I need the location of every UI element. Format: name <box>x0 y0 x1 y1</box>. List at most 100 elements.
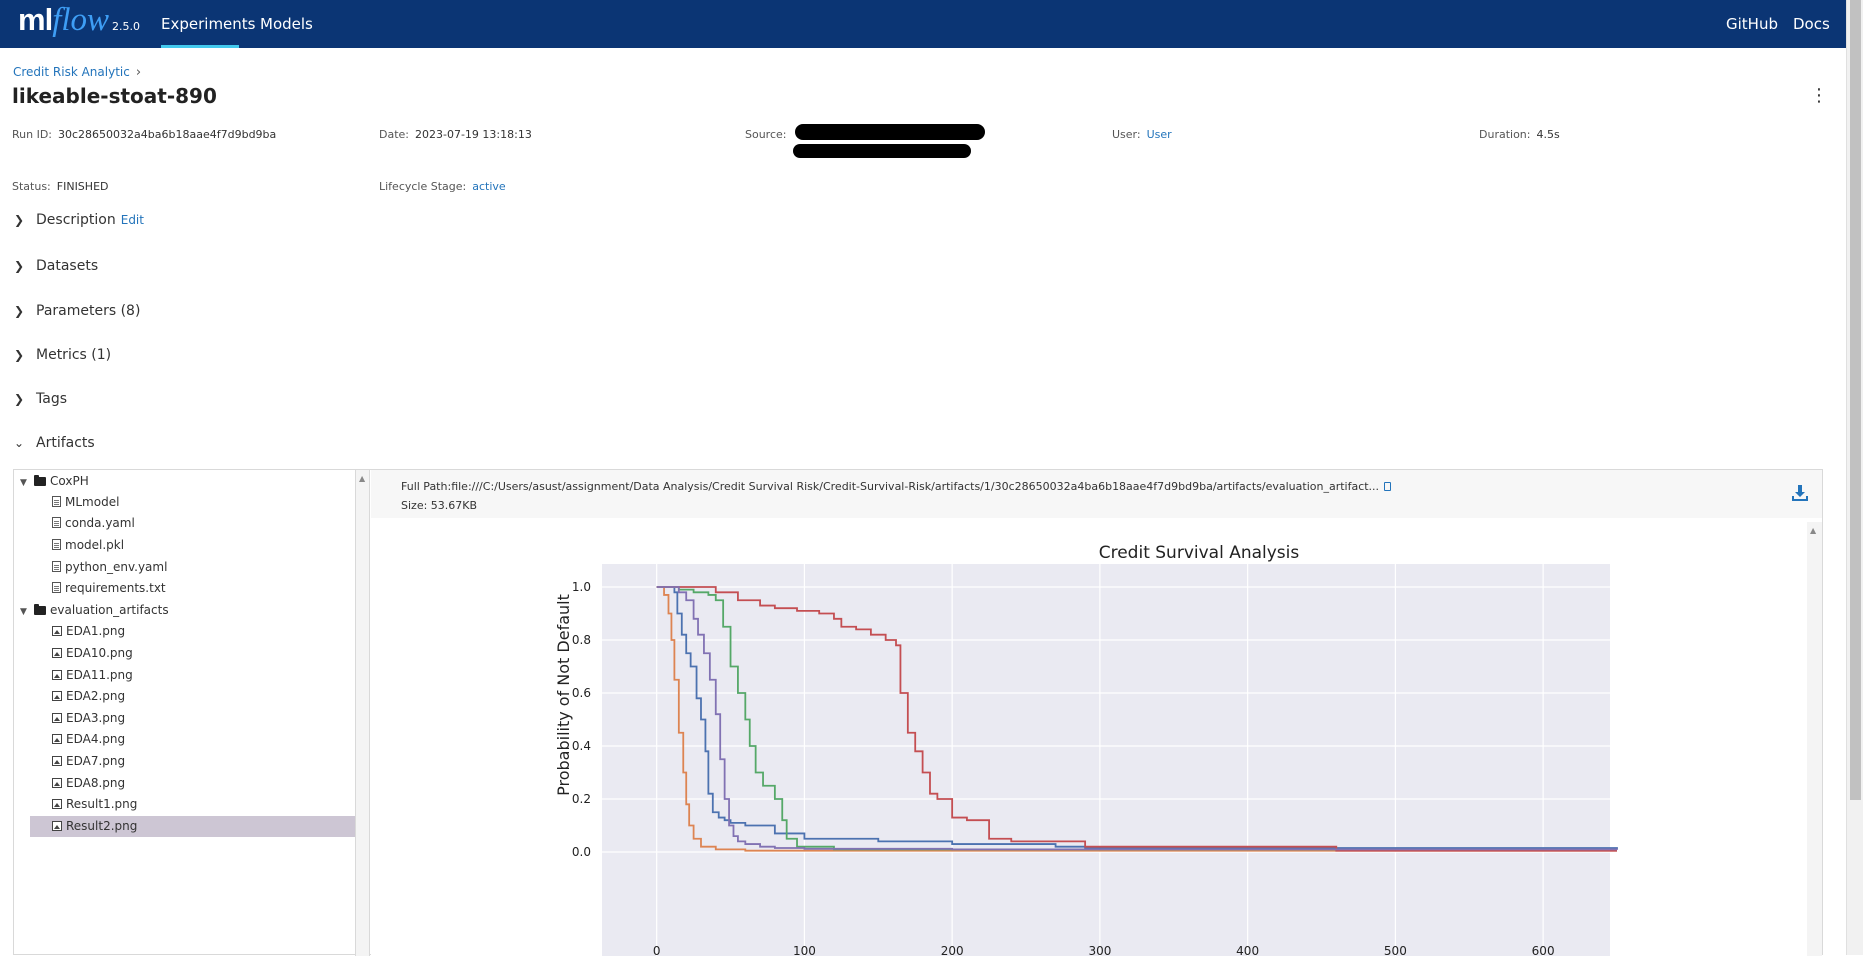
lifecycle-value: active <box>472 180 506 193</box>
y-tick-labels: 0.0 0.2 0.4 0.6 0.8 1.0 <box>572 580 591 859</box>
kebab-menu-icon[interactable]: ⋮ <box>1810 85 1828 106</box>
breadcrumb-experiment-link[interactable]: Credit Risk Analytic <box>13 65 130 79</box>
section-tags[interactable]: ❯ Tags <box>14 389 67 409</box>
tree-file[interactable]: model.pkl <box>52 535 124 556</box>
status-field: Status: FINISHED <box>12 180 109 193</box>
tree-image-file[interactable]: EDA11.png <box>52 665 133 686</box>
image-file-icon <box>52 799 62 809</box>
scroll-up-arrow-icon[interactable]: ▲ <box>1810 526 1816 535</box>
scroll-up-arrow-icon[interactable]: ▲ <box>359 474 365 483</box>
chevron-right-icon: ❯ <box>14 392 25 406</box>
tree-file[interactable]: python_env.yaml <box>52 557 167 578</box>
tree-image-file[interactable]: EDA10.png <box>52 643 133 664</box>
image-file-icon <box>52 670 62 680</box>
file-icon <box>52 539 61 550</box>
duration-value: 4.5s <box>1536 128 1560 141</box>
tree-file[interactable]: conda.yaml <box>52 513 135 534</box>
duration-field: Duration: 4.5s <box>1479 128 1560 141</box>
image-file-icon <box>52 648 62 658</box>
tree-image-file-selected[interactable]: Result2.png <box>30 816 355 837</box>
tree-image-file[interactable]: Result1.png <box>52 794 137 815</box>
logo-ml-text: ml <box>18 2 53 37</box>
full-path-value: file:///C:/Users/asust/assignment/Data A… <box>451 480 1380 493</box>
run-id-field: Run ID: 30c28650032a4ba6b18aae4f7d9bd9ba <box>12 128 277 141</box>
tree-image-file[interactable]: EDA4.png <box>52 729 125 750</box>
redaction-mark <box>795 124 985 140</box>
section-datasets[interactable]: ❯ Datasets <box>14 256 98 276</box>
tree-folder-coxph[interactable]: ▼ CoxPH <box>20 471 89 492</box>
x-tick-label: 400 <box>1236 944 1259 956</box>
survival-chart: 0 100 200 300 400 500 600 0.0 0.2 0.4 0.6 0.8 1.0 C… <box>554 543 1618 956</box>
run-id-value: 30c28650032a4ba6b18aae4f7d9bd9ba <box>58 128 277 141</box>
section-metrics[interactable]: ❯ Metrics (1) <box>14 345 111 365</box>
image-file-icon <box>52 691 62 701</box>
redaction-mark <box>793 144 971 158</box>
source-field: Source: <box>745 128 787 141</box>
nav-models-tab[interactable]: Models <box>260 0 313 48</box>
image-file-icon <box>52 778 62 788</box>
image-file-icon <box>52 821 62 831</box>
page-title: likeable-stoat-890 <box>12 84 217 108</box>
section-artifacts[interactable]: ⌄ Artifacts <box>14 433 95 453</box>
y-axis-label: Probability of Not Default <box>554 594 573 796</box>
y-tick-label: 0.0 <box>572 845 591 859</box>
y-tick-label: 0.8 <box>572 633 591 647</box>
chevron-right-icon: ❯ <box>14 348 25 362</box>
page-scrollbar[interactable] <box>1846 0 1863 955</box>
plot-area <box>602 564 1610 956</box>
file-icon <box>52 517 61 528</box>
file-icon <box>52 561 61 572</box>
x-tick-label: 100 <box>793 944 816 956</box>
triangle-down-icon[interactable]: ▼ <box>20 473 34 494</box>
description-edit-link[interactable]: Edit <box>121 213 144 227</box>
chevron-down-icon: ⌄ <box>14 436 25 450</box>
date-value: 2023-07-19 13:18:13 <box>415 128 532 141</box>
page-scrollbar-thumb[interactable] <box>1850 0 1861 800</box>
tree-image-file[interactable]: EDA3.png <box>52 708 125 729</box>
github-link[interactable]: GitHub <box>1726 0 1778 48</box>
artifact-image-preview: 0 100 200 300 400 500 600 0.0 0.2 0.4 0.6 0.8 1.0 C… <box>371 522 1822 956</box>
version-label: 2.5.0 <box>112 20 141 33</box>
x-tick-label: 300 <box>1088 944 1111 956</box>
x-tick-label: 500 <box>1384 944 1407 956</box>
x-tick-label: 200 <box>941 944 964 956</box>
tree-image-file[interactable]: EDA1.png <box>52 621 125 642</box>
status-value: FINISHED <box>56 180 109 193</box>
image-file-icon <box>52 713 62 723</box>
chevron-right-icon: ❯ <box>14 213 25 227</box>
chevron-right-icon: ❯ <box>14 304 25 318</box>
section-description[interactable]: ❯ Description Edit <box>14 210 144 230</box>
artifact-viewer: Full Path:file:///C:/Users/asust/assignm… <box>371 470 1822 956</box>
tree-image-file[interactable]: EDA2.png <box>52 686 125 707</box>
x-tick-label: 0 <box>653 944 661 956</box>
top-navbar: mlflow 2.5.0 Experiments Models GitHub Do… <box>0 0 1846 48</box>
image-file-icon <box>52 626 62 636</box>
breadcrumb: Credit Risk Analytic › <box>13 65 141 80</box>
artifact-info-header: Full Path:file:///C:/Users/asust/assignm… <box>371 470 1822 518</box>
tree-image-file[interactable]: EDA8.png <box>52 773 125 794</box>
tree-file[interactable]: requirements.txt <box>52 578 166 599</box>
file-icon <box>52 582 61 593</box>
folder-icon <box>34 475 46 486</box>
file-icon <box>52 496 61 507</box>
tree-scrollbar[interactable]: ▲ <box>356 470 370 956</box>
section-parameters[interactable]: ❯ Parameters (8) <box>14 301 140 321</box>
download-icon[interactable] <box>1791 484 1809 502</box>
tree-folder-evaluation[interactable]: ▼ evaluation_artifacts <box>20 600 169 621</box>
date-field: Date: 2023-07-19 13:18:13 <box>379 128 532 141</box>
image-scrollbar[interactable]: ▲ <box>1807 522 1822 956</box>
user-link[interactable]: User <box>1147 128 1172 141</box>
artifact-tree: ▼ CoxPH MLmodel conda.yaml model.pkl pyth… <box>14 470 356 956</box>
x-tick-label: 600 <box>1532 944 1555 956</box>
docs-link[interactable]: Docs <box>1793 0 1830 48</box>
triangle-down-icon[interactable]: ▼ <box>20 602 34 623</box>
tree-file[interactable]: MLmodel <box>52 492 119 513</box>
chevron-right-icon: ❯ <box>14 259 25 273</box>
y-tick-label: 0.4 <box>572 739 591 753</box>
file-size: Size: 53.67KB <box>401 499 478 512</box>
nav-experiments-tab[interactable]: Experiments <box>161 0 255 48</box>
copy-icon[interactable] <box>1384 482 1392 491</box>
mlflow-logo[interactable]: mlflow 2.5.0 <box>18 2 140 46</box>
tree-image-file[interactable]: EDA7.png <box>52 751 125 772</box>
logo-flow-text: flow <box>52 2 110 38</box>
